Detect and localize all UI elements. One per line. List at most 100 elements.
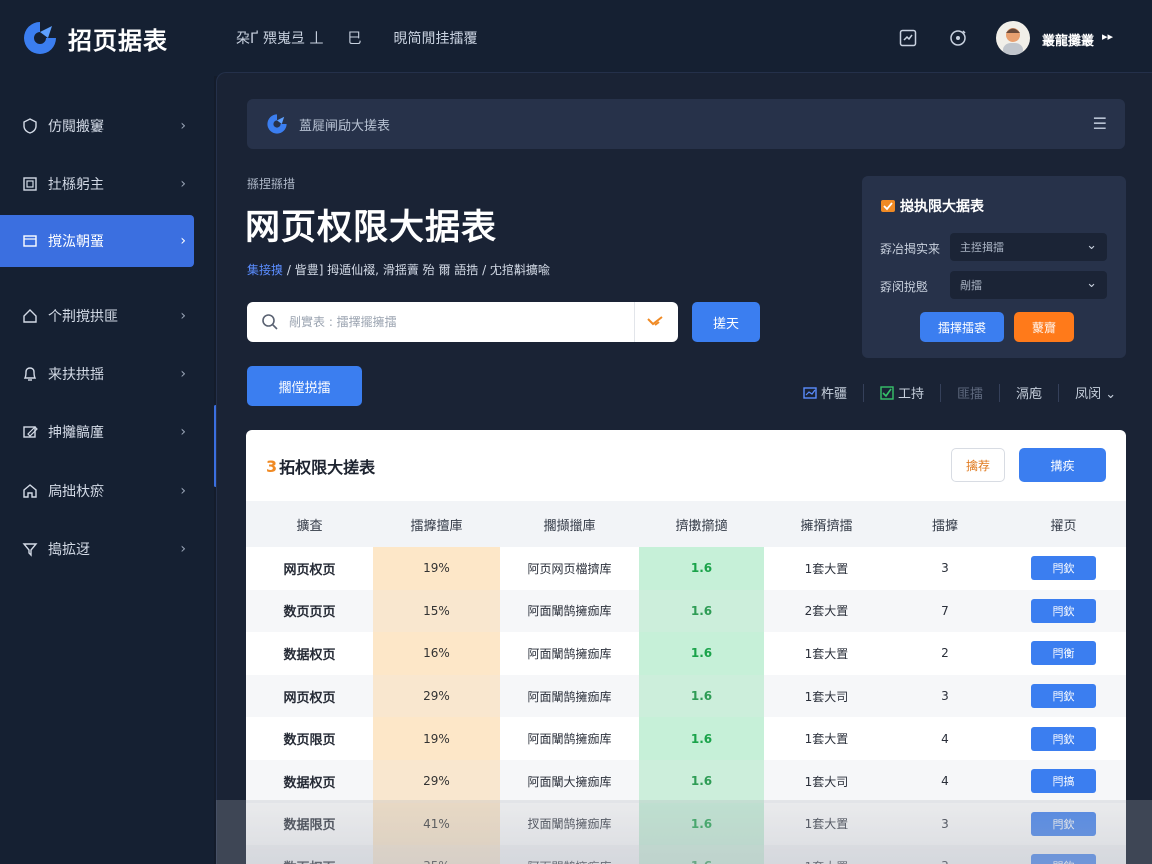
table-cell: 1.6 [639,759,764,803]
chevron-right-icon: › [180,483,186,499]
column-header[interactable]: 擠擻擶擿 [639,501,764,547]
column-header[interactable]: 擱擷擸庫 [500,501,639,547]
table-cell: 4 [941,731,949,746]
edit-icon [20,422,40,442]
table-cell: 7 [889,589,1001,633]
panel-select[interactable]: 剮擂 ⌄ [950,271,1107,299]
top-nav-item[interactable]: 朶Ґ 㱬嵬弖 丄 [236,28,323,48]
avatar[interactable] [996,21,1030,55]
panel-field-label: 孬冶揭实来 [880,242,941,256]
column-header[interactable]: 擁揟擠擂 [764,501,889,547]
filter-tab[interactable]: 凤闵 ⌄ [1059,383,1132,402]
table-cell: 29% [373,759,500,803]
sidebar-item-active[interactable]: 撹汯朝蝁 › [0,215,194,267]
row-action-button[interactable]: 閂欽 [1031,598,1096,623]
table-cell: 3 [889,845,1001,864]
search-button[interactable]: 搓天 [692,302,760,342]
table-cell: 网页权页 [283,562,336,578]
sidebar-item[interactable]: 抻攡髇廑 › [0,406,194,458]
table-cell: 2 [941,646,949,661]
logo-mark-icon [24,22,56,54]
table-row[interactable]: 数据权页 16% 阿面闡鹄擁痂库 1.6 1套大置 2 閂衡 [246,632,1126,675]
panel-field-label: 孬闵挩覐 [880,280,929,294]
user-menu-arrow-icon[interactable]: ▸▸ [1102,30,1113,43]
filter-tab[interactable]: 滆庖 [1000,383,1058,402]
table-row[interactable]: 数页权页35%阿面闡鹄擁痂库1.61套大置3 閂欽 [246,845,1126,864]
chevron-right-icon: › [180,233,186,249]
table-cell: 扠面闡鹄擁痂库 [527,817,612,832]
filter-tab[interactable]: 匪擂 [941,383,999,402]
primary-action-button[interactable]: 擱㑽捝擂 [247,366,362,406]
chart-icon [803,386,817,399]
filter-bar: 杵疆 工持 匪擂 滆庖 凤闵 ⌄ [787,383,1132,402]
menu-icon[interactable]: ☰ [1093,114,1107,133]
notification-icon[interactable] [948,28,968,48]
logo-mark-icon [267,114,287,134]
badge-icon [881,200,895,212]
table-cell-action: 閂欽 [1001,803,1126,846]
row-action-button[interactable]: 閂欽 [1031,811,1096,836]
sidebar-item[interactable]: 个荆撹拱匪 › [0,290,194,342]
row-action-button[interactable]: 閂欽 [1031,556,1096,581]
sidebar-item-label: 个荆撹拱匪 [48,309,118,325]
table-cell: 阿面闡鹄擁痂库 [500,589,639,633]
table-cell: 2套大置 [764,589,889,633]
table-cell: 数据限页 [283,818,336,834]
column-header[interactable]: 擂擵 [889,501,1001,547]
table-cell: 1.6 [639,674,764,718]
chevron-right-icon: › [180,424,186,440]
card-title-icon: 3 [266,456,278,476]
column-header[interactable]: 擴査 [246,501,373,547]
table-row[interactable]: 数页页页 15% 阿面闡鹄擁痂库 1.6 2套大置 7 閂欽 [246,589,1126,633]
filter-toggle-icon[interactable] [645,313,665,331]
table-row[interactable]: 数页限页 19% 阿面闡鹄擁痂库 1.6 1套大置 4 閂欽 [246,717,1126,760]
logo[interactable]: 招页据表 [20,18,168,58]
top-nav-item[interactable]: 晛简閒挂擂覆 [393,28,477,48]
row-action-button[interactable]: 閂欽 [1031,726,1096,751]
subtitle-text: / 眥豊] 拇遁仙裰, 滑揺藚 殆 爾 語捁 / 冘捾斠擴喩 [283,263,550,277]
top-nav: 朶Ґ 㱬嵬弖 丄 巳 晛简閒挂擂覆 [236,28,477,48]
sidebar-item[interactable]: 仿䦧搬窶 › [0,100,194,152]
card-secondary-button[interactable]: 擒荐 [951,448,1005,482]
table-cell: 阿面闡鹄擁痂库 [500,674,639,718]
data-table: 擴査 擂擵擅庫 擱擷擸庫 擠擻擶擿 擁揟擠擂 擂擵 擢页 网页权页 19% 阿页网页檔擠库 1.6… [246,501,1126,864]
table-row[interactable]: 数据限页 41% 扠面闡鹄擁痂库 1.6 1套大置 3 閂欽 [246,802,1126,846]
table-cell-action: 閂衡 [1001,632,1126,675]
table-row[interactable]: 网页权页 29% 阿面闡鹄擁痂库 1.6 1套大司 3 閂欽 [246,674,1126,718]
user-name[interactable]: 叢龍攤叢 [1042,30,1094,49]
table-cell: 阿页网页檔擠库 [527,561,612,576]
row-action-button[interactable]: 閂欽 [1031,854,1096,864]
chevron-down-icon: ⌄ [1086,276,1097,291]
sidebar-item-label: 撹汯朝蝁 [48,234,104,250]
chevron-down-icon: ⌄ [1086,238,1097,253]
chart-icon[interactable] [898,28,918,48]
panel-select[interactable]: 主挃揖擂 ⌄ [950,233,1107,261]
sidebar-item[interactable]: 扗槂躬主 › [0,158,194,210]
panel-select-value: 主挃揖擂 [960,241,1004,254]
sidebar-item[interactable]: 扄拙杕瘀 › [0,465,194,517]
card-primary-button[interactable]: 搆疾 [1019,448,1106,482]
table-cell: 3 [889,674,1001,718]
column-header[interactable]: 擢页 [1001,501,1126,547]
breadcrumb: 蒕屣闸劶大搓表 ☰ [247,99,1125,149]
panel-reset-button[interactable]: 藂齎 [1014,312,1074,342]
search-input[interactable] [289,315,619,329]
row-action-button[interactable]: 閂搞 [1031,769,1096,794]
table-cell: 1.6 [639,717,764,760]
table-cell: 1套大司 [764,674,889,718]
table-cell-action: 閂欽 [1001,845,1126,864]
top-nav-item[interactable]: 巳 [347,28,361,48]
subtitle-highlight[interactable]: 集接搝 [247,263,283,277]
column-header[interactable]: 擂擵擅庫 [373,501,500,547]
filter-tab[interactable]: 工持 [864,383,940,402]
bell-icon [20,364,40,384]
filter-tab[interactable]: 杵疆 [787,383,863,402]
table-row[interactable]: 数据权页 29% 阿面闡大擁痂库 1.6 1套大司 4 閂搞 [246,759,1126,803]
sidebar-item[interactable]: 搗拡迓 › [0,523,194,575]
table-row[interactable]: 网页权页 19% 阿页网页檔擠库 1.6 1套大置 3 閂欽 [246,547,1126,590]
top-bar: 招页据表 朶Ґ 㱬嵬弖 丄 巳 晛简閒挂擂覆 叢龍攤叢 ▸▸ [0,0,1152,76]
sidebar-item[interactable]: 来扶拱揺 › [0,348,194,400]
row-action-button[interactable]: 閂欽 [1031,684,1096,709]
panel-confirm-button[interactable]: 擂擇擂裘 [920,312,1004,342]
row-action-button[interactable]: 閂衡 [1031,641,1096,666]
